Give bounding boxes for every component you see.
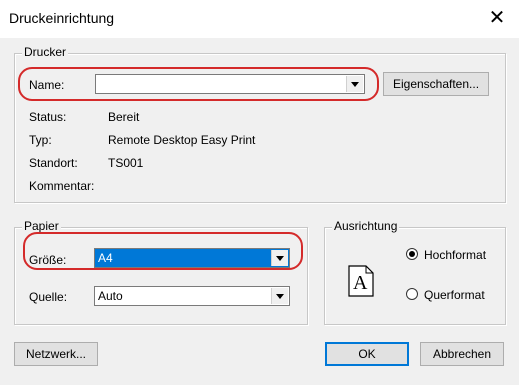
landscape-radio[interactable] [406,288,418,300]
paper-source-select[interactable]: Auto [94,286,290,306]
landscape-label[interactable]: Querformat [424,288,485,302]
page-preview-letter: A [353,272,368,294]
type-value: Remote Desktop Easy Print [108,133,256,147]
orientation-group-label: Ausrichtung [332,219,400,233]
portrait-label[interactable]: Hochformat [424,248,486,262]
chevron-down-icon[interactable] [271,288,288,304]
ok-button[interactable]: OK [325,342,409,366]
title-bar: Druckeinrichtung ✕ [0,0,519,38]
page-preview-icon: A [348,265,374,297]
location-value: TS001 [108,156,144,170]
type-label: Typ: [29,133,52,147]
paper-source-label: Quelle: [29,290,68,304]
properties-button[interactable]: Eigenschaften... [383,72,489,96]
close-icon[interactable]: ✕ [485,6,509,30]
cancel-button[interactable]: Abbrechen [420,342,504,366]
status-label: Status: [29,110,67,124]
location-label: Standort: [29,156,78,170]
printer-group-label: Drucker [22,45,69,59]
annotation-oval-name [18,67,379,101]
paper-source-value: Auto [98,289,123,303]
annotation-oval-size [23,232,303,270]
comment-label: Kommentar: [29,179,95,193]
dialog-title: Druckeinrichtung [9,10,115,26]
network-button[interactable]: Netzwerk... [14,342,98,366]
portrait-radio[interactable] [406,248,418,260]
status-value: Bereit [108,110,140,124]
paper-group-label: Papier [22,219,61,233]
